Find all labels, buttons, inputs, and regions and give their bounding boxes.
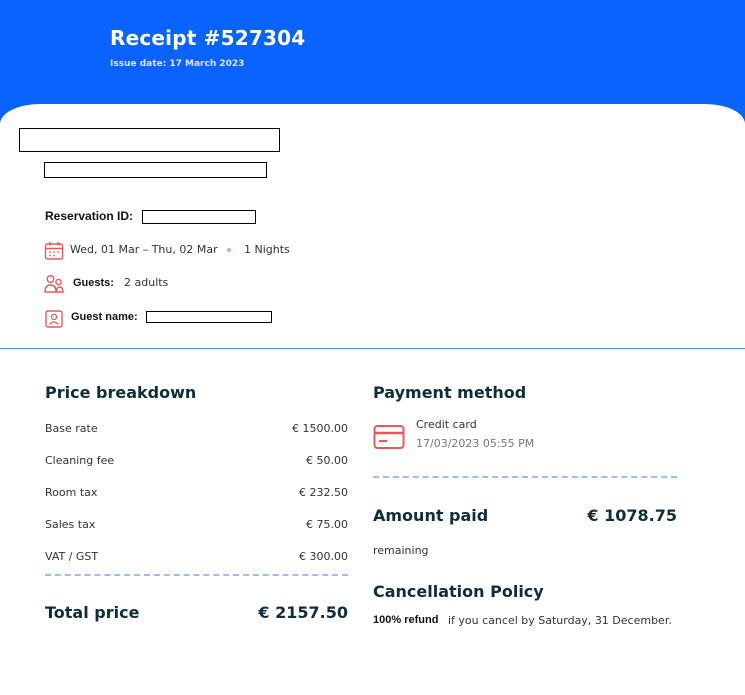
issue-date: Issue date: 17 March 2023 [110, 59, 245, 69]
price-dashed-divider [45, 574, 348, 576]
price-amount: € 232.50 [299, 486, 348, 499]
refund-condition-text: if you cancel by Saturday, 31 December. [448, 614, 672, 627]
amount-paid-value: € 1078.75 [587, 506, 677, 525]
nights-count: 1 Nights [244, 243, 290, 256]
price-breakdown-title: Price breakdown [45, 383, 197, 402]
price-amount: € 1500.00 [292, 422, 348, 435]
calendar-icon [44, 242, 64, 260]
total-price-label: Total price [45, 603, 140, 622]
guests-value: 2 adults [124, 276, 169, 289]
price-label: Room tax [45, 486, 98, 499]
amount-paid-label: Amount paid [373, 506, 489, 525]
payment-dashed-divider [373, 476, 677, 478]
price-label: Cleaning fee [45, 454, 115, 467]
refund-bold-text: 100% refund [373, 614, 439, 626]
payment-method-title: Payment method [373, 383, 527, 402]
guests-icon [44, 275, 64, 293]
cancellation-policy-title: Cancellation Policy [373, 582, 544, 601]
redacted-guest-name [146, 311, 272, 323]
separator-dot [227, 248, 231, 252]
price-amount: € 50.00 [306, 454, 348, 467]
price-label: Base rate [45, 422, 98, 435]
redacted-address [44, 162, 267, 178]
receipt-title: Receipt #527304 [110, 26, 306, 50]
guest-name-icon [45, 310, 63, 328]
payment-datetime: 17/03/2023 05:55 PM [416, 437, 535, 450]
credit-card-icon [373, 425, 405, 449]
remaining-text: remaining [373, 544, 429, 557]
payment-method-name: Credit card [416, 418, 477, 431]
price-label: VAT / GST [45, 550, 99, 563]
reservation-id-label: Reservation ID: [45, 209, 134, 223]
price-label: Sales tax [45, 518, 96, 531]
price-amount: € 75.00 [306, 518, 348, 531]
guests-label: Guests: [73, 277, 114, 289]
redacted-property-name [19, 128, 280, 152]
total-price-value: € 2157.50 [258, 603, 348, 622]
guest-name-label: Guest name: [71, 311, 138, 323]
price-amount: € 300.00 [299, 550, 348, 563]
stay-dates: Wed, 01 Mar – Thu, 02 Mar [70, 243, 218, 256]
redacted-reservation-id [142, 210, 256, 224]
section-divider [0, 348, 745, 349]
